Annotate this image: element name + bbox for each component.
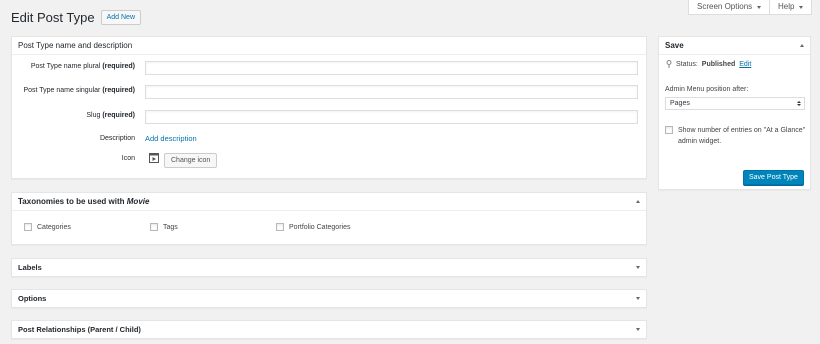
status-label: Status: [676,60,698,68]
chevron-up-icon[interactable] [800,44,804,47]
taxonomies-panel: Taxonomies to be used with Movie Categor… [11,192,647,245]
taxonomy-checkbox[interactable] [24,223,32,231]
singular-label-text: Post Type name singular [23,87,101,94]
page-header: Edit Post Type Add New [11,10,141,25]
taxonomy-label: Categories [37,223,71,231]
options-section[interactable]: Options [11,289,647,308]
slug-input[interactable] [145,110,638,124]
taxonomy-checkbox[interactable] [276,223,284,231]
panel-title-text: Post Type name and description [18,41,133,50]
slug-label: Slug (required) [12,112,135,119]
menu-position-select[interactable]: Pages [665,97,805,110]
menu-position-value: Pages [670,100,690,107]
taxonomy-checkbox[interactable] [150,223,158,231]
description-label-text: Description [99,135,135,142]
taxonomies-post-type: Movie [126,197,150,206]
save-box-title: Save [665,41,684,50]
singular-name-input[interactable] [145,85,638,99]
description-label: Description [12,135,135,142]
screen-options-tab[interactable]: Screen Options [688,0,771,15]
panel-title: Post Type name and description [12,37,646,55]
help-label: Help [778,2,795,11]
plural-name-input[interactable] [145,61,638,75]
taxonomies-header[interactable]: Taxonomies to be used with Movie [12,193,646,211]
post-type-icon [149,153,159,163]
taxonomies-title-prefix: Taxonomies to be used with [18,197,125,206]
add-description-text[interactable]: Add description [145,134,197,143]
taxonomies-title: Taxonomies to be used with Movie [18,197,149,206]
change-icon-wrapper: Change icon [164,153,218,168]
change-icon-button[interactable]: Change icon [164,153,218,168]
taxonomy-label: Portfolio Categories [289,223,351,231]
chevron-up-icon[interactable] [636,200,640,203]
slug-label-text: Slug [86,112,101,119]
plural-label-text: Post Type name plural [30,63,101,70]
chevron-down-icon [799,5,804,9]
required-marker: (required) [102,112,135,119]
required-marker: (required) [102,87,135,94]
chevron-down-icon[interactable] [636,328,640,331]
relationships-section-title: Post Relationships (Parent / Child) [18,325,141,334]
help-tab[interactable]: Help [769,0,813,15]
media-video-icon [149,153,159,163]
plural-label: Post Type name plural (required) [12,63,135,70]
options-section-title: Options [18,294,47,303]
chevron-down-icon[interactable] [636,266,640,269]
chevron-down-icon [757,5,762,9]
menu-position-label: Admin Menu position after: [665,86,748,93]
menu-position-label-text: Admin Menu position after: [665,86,749,93]
screen-options-label: Screen Options [697,2,753,11]
chevron-down-icon[interactable] [636,297,640,300]
page-title: Edit Post Type [11,10,95,25]
save-box: Save Status: Published Edit Admin Menu p… [658,36,811,190]
labels-section[interactable]: Labels [11,258,647,277]
taxonomy-item[interactable]: Portfolio Categories [276,223,350,231]
show-entries-option[interactable]: Show number of entries on "At a Glance" … [665,125,807,147]
add-description-link[interactable]: Add description [145,134,197,143]
add-new-button[interactable]: Add New [100,10,141,25]
taxonomy-label: Tags [163,223,178,231]
show-entries-checkbox[interactable] [665,126,673,134]
taxonomy-item[interactable]: Tags [150,223,178,231]
show-entries-label: Show number of entries on "At a Glance" … [678,127,806,145]
labels-section-title: Labels [18,263,42,272]
save-post-type-button[interactable]: Save Post Type [743,170,804,185]
status-row: Status: Published Edit [666,60,751,68]
status-edit-link[interactable]: Edit [739,61,751,68]
select-arrows-icon [797,101,801,106]
taxonomy-item[interactable]: Categories [24,223,71,231]
name-description-panel: Post Type name and description Post Type… [11,36,647,179]
icon-label: Icon [12,155,135,162]
pin-icon [666,60,672,68]
icon-label-text: Icon [121,155,135,162]
required-marker: (required) [102,63,135,70]
status-value: Published [701,60,736,68]
relationships-section[interactable]: Post Relationships (Parent / Child) [11,320,647,339]
save-box-header[interactable]: Save [659,37,810,55]
singular-label: Post Type name singular (required) [12,87,135,94]
